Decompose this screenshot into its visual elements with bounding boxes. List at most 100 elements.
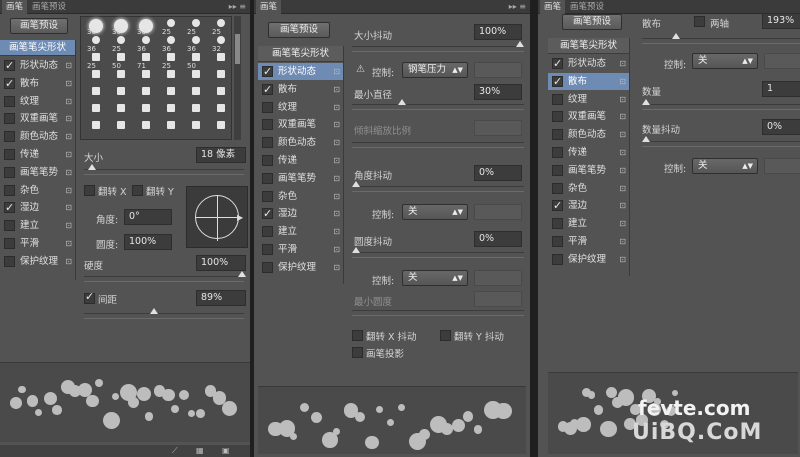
brush-tip-cell[interactable]	[110, 87, 132, 101]
list-item-checkbox[interactable]	[552, 129, 563, 141]
brush-tip-cell[interactable]	[185, 104, 207, 118]
list-item-checkbox[interactable]	[262, 244, 273, 255]
list-item[interactable]: 双重画笔 ⊡	[0, 110, 75, 127]
lock-icon[interactable]: ⊡	[65, 182, 72, 199]
angle-jitter-slider[interactable]	[352, 181, 524, 192]
list-item[interactable]: 颜色动态 ⊡	[0, 128, 75, 145]
size-control-select[interactable]: 钢笔压力 ▲▼	[402, 62, 468, 78]
flip-y-checkbox[interactable]	[132, 185, 143, 196]
brush-tip-cell[interactable]	[85, 87, 107, 101]
list-item[interactable]: 平滑 ⊡	[258, 241, 343, 258]
tab-brush[interactable]: 画笔	[2, 0, 28, 14]
list-item-checkbox[interactable]	[4, 166, 15, 178]
list-item[interactable]: 画笔笔势 ⊡	[548, 162, 629, 179]
lock-icon[interactable]: ⊡	[619, 251, 626, 268]
brush-tip-cell[interactable]	[210, 121, 232, 135]
slider-thumb[interactable]	[352, 181, 360, 187]
brush-tip-cell[interactable]: 25	[85, 53, 107, 70]
lock-icon[interactable]: ⊡	[333, 152, 340, 169]
brush-tip-cell[interactable]: 50	[185, 53, 207, 70]
list-item[interactable]: 纹理 ⊡	[548, 91, 629, 108]
angle-jitter-input[interactable]: 0%	[474, 165, 522, 181]
brush-tip-cell[interactable]: 30	[135, 19, 157, 36]
list-item[interactable]: 保护纹理 ⊡	[258, 259, 343, 276]
list-item[interactable]: 传递 ⊡	[548, 144, 629, 161]
list-item[interactable]: 保护纹理 ⊡	[548, 251, 629, 268]
lock-icon[interactable]: ⊡	[65, 199, 72, 216]
list-item-checkbox[interactable]	[4, 95, 15, 107]
list-item-checkbox[interactable]	[4, 220, 15, 232]
list-item[interactable]: 散布 ⊡	[0, 75, 75, 92]
list-item-checkbox[interactable]	[262, 205, 273, 222]
list-item[interactable]: 形状动态 ⊡	[0, 57, 75, 74]
list-item[interactable]: 散布 ⊡	[258, 81, 343, 98]
list-item[interactable]: 建立 ⊡	[548, 215, 629, 232]
list-item-checkbox[interactable]	[552, 182, 563, 194]
min-diameter-input[interactable]: 30%	[474, 84, 522, 100]
list-item[interactable]: 湿边 ⊡	[0, 199, 75, 216]
slider-thumb[interactable]	[398, 99, 406, 105]
roundness-jitter-slider[interactable]	[352, 247, 524, 258]
brush-tip-cell[interactable]	[135, 121, 157, 135]
slider-thumb[interactable]	[150, 308, 158, 314]
size-jitter-slider[interactable]	[352, 41, 524, 52]
brush-tip-cell[interactable]	[185, 70, 207, 84]
lock-icon[interactable]: ⊡	[619, 144, 626, 161]
scrollbar-thumb[interactable]	[235, 34, 240, 64]
list-item-checkbox[interactable]	[4, 131, 15, 143]
brush-presets-button[interactable]: 画笔预设	[562, 14, 622, 30]
toggle-hardness-icon[interactable]: ⟋	[172, 445, 178, 457]
brush-tip-cell[interactable]: 25	[160, 19, 182, 36]
flip-x-jitter-checkbox[interactable]	[352, 330, 363, 341]
lock-icon[interactable]: ⊡	[333, 134, 340, 151]
slider-thumb[interactable]	[352, 247, 360, 253]
lock-icon[interactable]: ⊡	[65, 128, 72, 145]
list-item[interactable]: 颜色动态 ⊡	[548, 126, 629, 143]
list-item-tip-shape[interactable]: 画笔笔尖形状	[548, 38, 629, 54]
brush-tip-cell[interactable]	[210, 70, 232, 84]
brush-tip-cell[interactable]	[110, 70, 132, 84]
brush-tip-cell[interactable]	[110, 121, 132, 135]
tilt-scale-slider[interactable]	[352, 142, 524, 148]
list-item[interactable]: 杂色 ⊡	[0, 182, 75, 199]
lock-icon[interactable]: ⊡	[333, 116, 340, 133]
slider-thumb[interactable]	[238, 271, 246, 277]
brush-grid-scrollbar[interactable]	[234, 16, 241, 140]
brush-projection-checkbox[interactable]	[352, 347, 363, 358]
list-item-checkbox[interactable]	[552, 73, 563, 90]
list-item[interactable]: 传递 ⊡	[0, 146, 75, 163]
brush-tip-cell[interactable]: 30	[110, 19, 132, 36]
slider-thumb[interactable]	[88, 164, 96, 170]
tilt-scale-input[interactable]	[474, 120, 522, 136]
list-item-checkbox[interactable]	[552, 253, 563, 265]
count-control-select[interactable]: 关 ▲▼	[692, 158, 758, 174]
angle-control-select[interactable]: 关 ▲▼	[402, 204, 468, 220]
lock-icon[interactable]: ⊡	[65, 164, 72, 181]
brush-tip-cell[interactable]	[185, 121, 207, 135]
list-item-checkbox[interactable]	[262, 137, 273, 149]
size-jitter-input[interactable]: 100%	[474, 24, 522, 40]
brush-tip-cell[interactable]	[185, 87, 207, 101]
list-item-checkbox[interactable]	[262, 101, 273, 113]
list-item[interactable]: 散布 ⊡	[548, 72, 629, 90]
both-axes-checkbox[interactable]	[694, 16, 705, 27]
brush-tip-cell[interactable]: 71	[135, 53, 157, 70]
tab-brush[interactable]: 画笔	[540, 0, 566, 14]
brush-presets-button[interactable]: 画笔预设	[268, 22, 330, 38]
lock-icon[interactable]: ⊡	[333, 81, 340, 98]
lock-icon[interactable]: ⊡	[619, 55, 626, 72]
list-item[interactable]: 建立 ⊡	[258, 223, 343, 240]
lock-icon[interactable]: ⊡	[333, 205, 340, 222]
lock-icon[interactable]: ⊡	[333, 223, 340, 240]
brush-tip-cell[interactable]	[160, 87, 182, 101]
list-item[interactable]: 杂色 ⊡	[258, 188, 343, 205]
list-item-checkbox[interactable]	[262, 190, 273, 202]
brush-tip-cell[interactable]	[210, 87, 232, 101]
lock-icon[interactable]: ⊡	[65, 75, 72, 92]
list-item-checkbox[interactable]	[552, 197, 563, 214]
min-diameter-slider[interactable]	[352, 99, 524, 110]
lock-icon[interactable]: ⊡	[333, 241, 340, 258]
brush-tip-cell[interactable]: 30	[85, 19, 107, 36]
brush-tip-cell[interactable]: 50	[110, 53, 132, 70]
list-item[interactable]: 形状动态 ⊡	[258, 63, 343, 80]
